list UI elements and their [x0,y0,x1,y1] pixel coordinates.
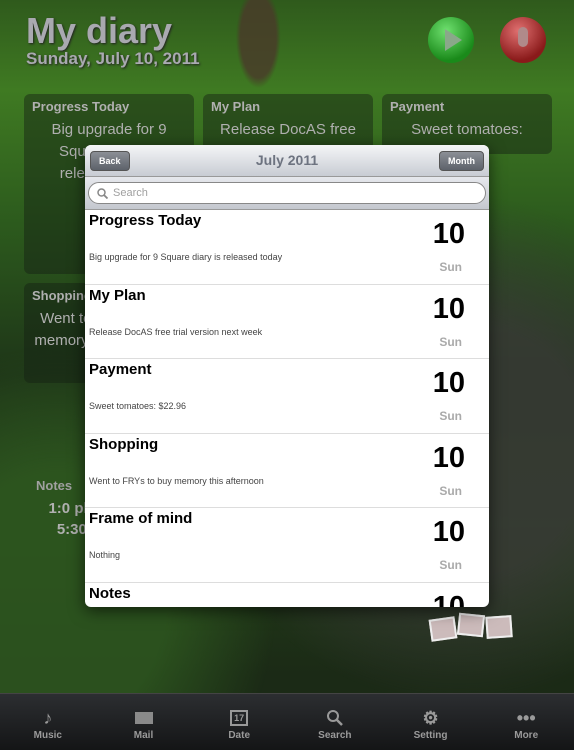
entry-name: Shopping [89,435,159,453]
play-button[interactable] [428,17,474,63]
entry-name: Notes [89,584,131,602]
more-icon: ••• [516,707,536,728]
current-date: Sunday, July 10, 2011 [26,49,200,68]
card-title: Payment [390,99,445,114]
mail-icon [96,706,192,730]
popover-title: July 2011 [255,152,319,168]
entry-weekday: Sun [439,409,462,423]
record-microphone-button[interactable] [500,17,546,63]
list-item[interactable]: My Plan Release DocAS free trial version… [85,285,489,359]
gear-icon: ⚙ [422,707,439,728]
list-item[interactable]: Shopping Went to FRYs to buy memory this… [85,434,489,508]
entry-day: 10 [432,218,465,250]
tab-label: Date [228,730,251,741]
entry-name: Frame of mind [89,510,193,527]
card-title: Progress Today [32,99,130,114]
search-input[interactable]: Search [88,182,486,204]
search-icon [287,706,383,730]
tab-label: Search [318,730,352,741]
tab-date[interactable]: 17 Date [191,694,287,750]
entry-name: Payment [89,361,152,378]
app-title: My diary [26,10,173,51]
entry-day: 10 [432,441,465,474]
music-note-icon: ♪ [43,707,53,728]
entry-day: 10 [432,590,465,608]
entry-description: Big upgrade for 9 Square diary is releas… [89,252,283,262]
tab-more[interactable]: ••• More [478,694,574,750]
calendar-icon: 17 [191,706,287,730]
list-item[interactable]: Frame of mind Nothing 10 Sun [85,508,489,583]
tab-setting[interactable]: ⚙ Setting [383,694,479,750]
entry-weekday: Sun [439,483,462,498]
card-body: Sweet tomatoes: [411,121,523,138]
tab-bar: ♪ Music Mail 17 Date Search ⚙ Setting ••• Mo… [0,693,574,750]
entry-description: Went to FRYs to buy memory this afternoo… [89,475,264,486]
entry-day: 10 [432,367,465,399]
tab-label: Setting [413,730,448,741]
search-icon [97,187,108,199]
month-list-popover: Back July 2011 Month Search Progress Tod… [85,145,489,607]
entry-day: 10 [432,516,465,548]
entry-description: Release DocAS free trial version next we… [89,326,263,337]
entry-day: 10 [432,292,465,325]
photo-thumbnails[interactable] [428,612,515,642]
search-placeholder: Search [113,187,148,199]
list-item[interactable]: Payment Sweet tomatoes: $22.96 10 Sun [85,359,489,434]
popover-header: Back July 2011 Month [85,145,489,177]
tab-label: Mail [133,730,154,741]
list-item[interactable]: Progress Today Big upgrade for 9 Square … [85,210,489,285]
entry-weekday: Sun [439,558,462,572]
entry-description: Sweet tomatoes: $22.96 [89,401,187,411]
tab-label: More [514,730,539,741]
month-button[interactable]: Month [439,151,484,171]
entry-name: Progress Today [89,212,202,229]
tab-search[interactable]: Search [287,694,383,750]
search-bar: Search [85,177,489,210]
entry-name: My Plan [89,286,146,304]
tab-music[interactable]: ♪ Music [0,694,96,750]
entry-weekday: Sun [439,260,462,274]
list-item[interactable]: Notes 10 Sun [85,583,489,608]
tab-label: Music [33,730,62,741]
tab-mail[interactable]: Mail [96,694,192,750]
notes-title: Notes [36,478,73,493]
card-body: Release DocAS free [220,121,356,138]
card-title: My Plan [211,99,261,114]
entry-weekday: Sun [439,334,462,349]
entry-description: Nothing [89,550,121,560]
